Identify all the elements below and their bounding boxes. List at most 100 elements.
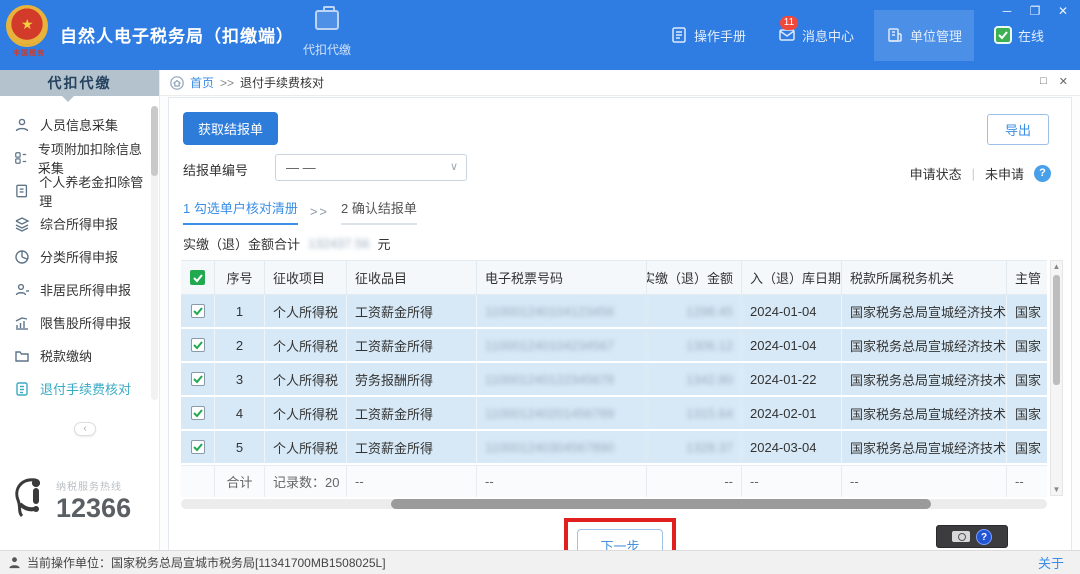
table-row[interactable]: 3 个人所得税 劳务报酬所得 110001240122345678 1342.8…: [181, 363, 1047, 397]
sidebar-item-tax-payment[interactable]: 税款缴纳: [0, 339, 151, 372]
pie-chart-icon: [15, 249, 29, 264]
cell-authority: 国家税务总局宣城经济技术...: [842, 431, 1007, 463]
scroll-down-arrow[interactable]: ▼: [1051, 485, 1062, 494]
cell-item: 个人所得税: [265, 397, 347, 429]
apply-status-label: 申请状态: [909, 167, 962, 182]
table-row[interactable]: 5 个人所得税 工资薪金所得 110001240304567890 1328.3…: [181, 431, 1047, 465]
row-checkbox[interactable]: [190, 304, 205, 318]
filter-row: 结报单编号 — — ∨ 申请状态 | 未申请 ?: [183, 154, 1051, 182]
cell-item: 个人所得税: [265, 363, 347, 395]
vertical-scroll-thumb[interactable]: [1053, 275, 1060, 385]
cell-authority: 国家税务总局宣城经济技术...: [842, 295, 1007, 327]
inner-close-button[interactable]: ✕: [1059, 75, 1068, 88]
cell-no: 1: [215, 295, 265, 327]
manual-label: 操作手册: [693, 28, 746, 44]
cell-main: 国家: [1007, 431, 1047, 463]
footer-dash: --: [742, 466, 842, 497]
footer-dash: --: [477, 466, 647, 497]
step-indicator: 1 勾选单户核对清册 >> 2 确认结报单: [183, 198, 417, 225]
close-button[interactable]: ✕: [1056, 4, 1070, 18]
online-label: 在线: [1017, 28, 1044, 44]
table-horizontal-scrollbar[interactable]: [181, 499, 1047, 509]
manual-link[interactable]: 操作手册: [658, 10, 758, 61]
sidebar-item-personnel-info[interactable]: 人员信息采集: [0, 108, 151, 141]
cell-amount-masked: 1328.37: [647, 431, 742, 463]
cell-amount-masked: 1342.80: [647, 363, 742, 395]
org-management-link[interactable]: 单位管理: [873, 9, 974, 61]
message-center-label: 消息中心: [801, 28, 854, 44]
sidebar-item-restricted-shares[interactable]: 限售股所得申报: [0, 306, 151, 339]
table-row[interactable]: 4 个人所得税 工资薪金所得 110001240201456789 1315.6…: [181, 397, 1047, 431]
floating-helper-widget[interactable]: ?: [936, 525, 1008, 548]
header-no: 序号: [215, 261, 265, 295]
sidebar-item-label: 个人养老金扣除管理: [39, 174, 144, 209]
report-no-select[interactable]: — — ∨: [275, 154, 467, 181]
row-checkbox[interactable]: [190, 338, 205, 352]
sidebar-item-label: 分类所得申报: [40, 250, 119, 265]
export-button[interactable]: 导出: [986, 114, 1049, 145]
breadcrumb-home[interactable]: 首页: [190, 74, 214, 91]
cell-amount-masked: 1298.45: [647, 295, 742, 327]
table-row[interactable]: 2 个人所得税 工资薪金所得 110001240104234567 1306.1…: [181, 329, 1047, 363]
row-checkbox[interactable]: [190, 440, 205, 454]
pension-doc-icon: [16, 184, 28, 197]
titlebar: ★ 中国税务 自然人电子税务局（扣缴端） 代扣代缴 操作手册 11 消息中心 单…: [0, 0, 1080, 70]
help-icon[interactable]: ?: [1034, 165, 1051, 182]
cell-main: 国家: [1007, 363, 1047, 395]
step-1-tab[interactable]: 1 勾选单户核对清册: [183, 198, 298, 225]
table-vertical-scrollbar[interactable]: ▲ ▼: [1050, 260, 1063, 496]
folder-icon: [15, 350, 29, 362]
screenshot-icon[interactable]: [952, 531, 970, 542]
sidebar-item-special-deduction[interactable]: 专项附加扣除信息采集: [0, 141, 151, 176]
row-checkbox[interactable]: [190, 406, 205, 420]
footer-dash: --: [842, 466, 1007, 497]
sidebar-item-classified-income[interactable]: 分类所得申报: [0, 240, 151, 273]
message-center-link[interactable]: 11 消息中心: [766, 10, 866, 61]
user-icon: [9, 557, 20, 569]
person-card-icon: [15, 283, 29, 295]
window-controls: ─ ❐ ✕: [1000, 4, 1070, 18]
briefcase-icon: [315, 6, 339, 30]
header-main: 主管: [1007, 261, 1047, 295]
inner-maximize-button[interactable]: □: [1040, 75, 1047, 88]
footer-dash: --: [347, 466, 477, 497]
sidebar-collapse-button[interactable]: ‹: [74, 422, 96, 436]
document-icon: [672, 27, 686, 43]
nav-tab-withholding[interactable]: 代扣代缴: [288, 6, 366, 58]
scroll-up-arrow[interactable]: ▲: [1051, 262, 1062, 271]
cell-date: 2024-02-01: [742, 397, 842, 429]
cell-amount-masked: 1315.64: [647, 397, 742, 429]
select-all-checkbox[interactable]: [190, 270, 205, 285]
cell-sub: 劳务报酬所得: [347, 363, 477, 395]
cell-main: 国家: [1007, 295, 1047, 327]
cell-item: 个人所得税: [265, 431, 347, 463]
minimize-button[interactable]: ─: [1000, 4, 1014, 18]
step-2-tab[interactable]: 2 确认结报单: [341, 198, 417, 225]
header-amount: 实缴（退）金额: [647, 261, 742, 295]
fetch-report-button[interactable]: 获取结报单: [183, 112, 279, 145]
layers-icon: [15, 216, 30, 232]
about-link[interactable]: 关于: [1038, 553, 1064, 572]
sidebar-item-nonresident-income[interactable]: 非居民所得申报: [0, 273, 151, 306]
cell-sub: 工资薪金所得: [347, 329, 477, 361]
help-question-icon[interactable]: ?: [976, 528, 992, 545]
cell-amount-masked: 1306.12: [647, 329, 742, 361]
statusbar: 当前操作单位：国家税务总局宣城市税务局[11341700MB1508025L] …: [0, 550, 1080, 574]
doc-check-icon: [16, 381, 28, 396]
breadcrumb: 首页 >> 退付手续费核对 □ ✕: [160, 70, 1080, 96]
cell-main: 国家: [1007, 397, 1047, 429]
cell-no: 5: [215, 431, 265, 463]
hotline-number: 12366: [56, 493, 132, 523]
row-checkbox[interactable]: [190, 372, 205, 386]
amount-summary: 实缴（退）金额合计 132437.56 元: [183, 234, 390, 253]
sidebar-item-comprehensive-income[interactable]: 综合所得申报: [0, 207, 151, 240]
sidebar-scrollbar[interactable]: [151, 106, 158, 400]
step-separator: >>: [309, 204, 330, 219]
cell-item: 个人所得税: [265, 295, 347, 327]
restore-button[interactable]: ❐: [1028, 4, 1042, 18]
horizontal-scroll-thumb[interactable]: [391, 499, 931, 509]
sidebar-item-refund-fee-check[interactable]: 退付手续费核对: [0, 372, 151, 405]
table-row[interactable]: 1 个人所得税 工资薪金所得 110001240104123456 1298.4…: [181, 295, 1047, 329]
sidebar-item-pension-deduction[interactable]: 个人养老金扣除管理: [0, 174, 151, 209]
hotline-label: 纳税服务热线: [56, 482, 122, 493]
